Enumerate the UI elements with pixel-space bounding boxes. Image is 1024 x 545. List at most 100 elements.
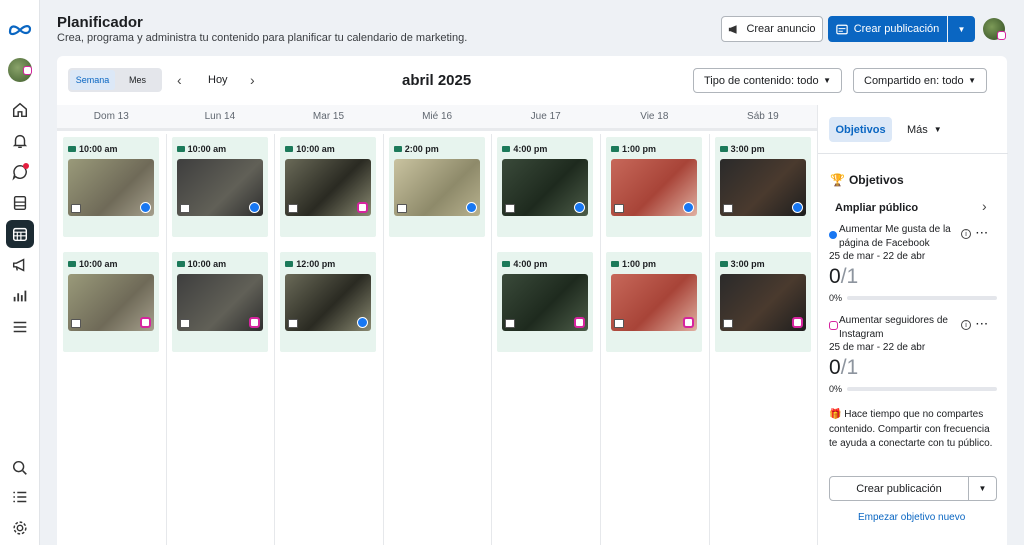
trophy-icon: 🏆 — [830, 173, 845, 187]
content-type-filter[interactable]: Tipo de contenido: todo ▼ — [693, 68, 842, 93]
column-divider — [600, 134, 601, 545]
today-button[interactable]: Hoy — [208, 74, 228, 86]
previous-week-chevron-icon[interactable]: ‹ — [177, 72, 182, 88]
account-avatar[interactable] — [8, 58, 32, 82]
search-icon[interactable] — [10, 458, 30, 478]
week-view-button[interactable]: Semana — [70, 70, 115, 90]
content-icon[interactable] — [10, 193, 30, 213]
instagram-badge-icon — [997, 31, 1006, 40]
image-icon — [179, 204, 190, 213]
column-divider — [165, 134, 167, 545]
scheduled-post-card[interactable]: 4:00 pm — [497, 252, 594, 352]
image-icon — [722, 204, 733, 213]
post-thumbnail — [719, 274, 806, 331]
create-ad-button[interactable]: Crear anuncio — [721, 16, 823, 42]
goal-instagram-more-button[interactable]: ··· — [976, 319, 989, 330]
next-week-chevron-icon[interactable]: › — [250, 72, 255, 88]
scheduled-post-card[interactable]: 1:00 pm — [606, 137, 702, 237]
image-icon — [288, 319, 299, 328]
scheduled-post-card[interactable]: 10:00 am — [280, 137, 377, 237]
post-thumbnail — [285, 159, 372, 216]
info-icon[interactable]: i — [961, 229, 971, 239]
content-type-filter-label: Tipo de contenido: todo — [704, 74, 819, 87]
post-time: 3:00 pm — [719, 259, 765, 269]
goal-facebook-more-button[interactable]: ··· — [976, 228, 989, 239]
goal-instagram-target: /1 — [840, 356, 859, 379]
facebook-icon — [574, 202, 586, 213]
post-time-label: 1:00 pm — [622, 259, 657, 269]
tab-goals[interactable]: Objetivos — [829, 117, 892, 142]
post-thumbnail — [611, 159, 697, 216]
image-icon — [396, 204, 407, 213]
image-icon — [614, 204, 624, 213]
notifications-bell-icon[interactable] — [10, 131, 30, 151]
goal-instagram-progress-bar — [847, 387, 997, 391]
post-thumbnail — [611, 274, 697, 331]
caret-down-icon: ▼ — [823, 76, 831, 85]
scheduled-post-card[interactable]: 3:00 pm — [714, 137, 811, 237]
panel-create-post-dropdown[interactable]: ▼ — [969, 477, 996, 500]
day-header: Lun 14 — [165, 105, 275, 131]
post-type-icon — [611, 261, 619, 267]
image-icon — [288, 204, 299, 213]
post-time-label: 10:00 am — [187, 144, 227, 154]
start-new-goal-link[interactable]: Empezar objetivo nuevo — [858, 512, 965, 523]
left-navigation-rail — [0, 0, 40, 545]
image-icon — [71, 319, 81, 328]
goal-facebook-percent: 0% — [829, 293, 843, 303]
month-view-button[interactable]: Mes — [115, 70, 160, 90]
panel-create-post-button[interactable]: Crear publicación — [830, 477, 969, 500]
info-icon[interactable]: i — [961, 320, 971, 330]
scheduled-post-card[interactable]: 3:00 pm — [714, 252, 811, 352]
tab-more-label: Más — [907, 123, 928, 136]
menu-hamburger-icon[interactable] — [10, 317, 30, 337]
messages-icon[interactable] — [10, 162, 30, 182]
instagram-badge-icon — [23, 66, 32, 75]
planner-calendar-card: Semana Mes ‹ Hoy › abril 2025 Tipo de co… — [57, 56, 1008, 545]
scheduled-post-card[interactable]: 10:00 am — [171, 252, 268, 352]
profile-avatar[interactable] — [983, 18, 1006, 40]
post-time-label: 4:00 pm — [513, 259, 548, 269]
shared-on-filter[interactable]: Compartido en: todo ▼ — [853, 68, 987, 93]
post-thumbnail — [502, 159, 589, 216]
post-time: 2:00 pm — [393, 144, 439, 154]
scheduled-post-card[interactable]: 10:00 am — [63, 137, 159, 237]
post-time-label: 10:00 am — [79, 259, 118, 269]
image-icon — [71, 204, 81, 213]
goal-facebook-progress-bar — [847, 296, 997, 300]
scheduled-post-card[interactable]: 4:00 pm — [497, 137, 594, 237]
settings-gear-icon[interactable] — [10, 518, 30, 538]
insights-bar-chart-icon[interactable] — [10, 286, 30, 306]
post-time: 12:00 pm — [285, 259, 335, 269]
meta-logo-icon[interactable] — [8, 19, 32, 39]
page-title: Planificador — [57, 14, 143, 31]
goal-instagram-date-range: 25 de mar - 22 de abr — [829, 342, 926, 353]
create-post-dropdown[interactable]: ▼ — [948, 16, 975, 42]
instagram-icon — [140, 317, 151, 328]
post-time-label: 10:00 am — [296, 144, 335, 154]
post-type-icon — [285, 261, 294, 267]
goal-instagram-title: Aumentar seguidores de Instagram — [839, 315, 948, 340]
home-icon[interactable] — [10, 100, 30, 120]
ads-megaphone-icon[interactable] — [10, 255, 30, 275]
scheduled-post-card[interactable]: 10:00 am — [171, 137, 268, 237]
expand-section-chevron-icon[interactable]: › — [982, 198, 987, 214]
image-icon — [505, 204, 516, 213]
tab-more[interactable]: Más ▼ — [907, 117, 942, 142]
scheduled-post-card[interactable]: 2:00 pm — [388, 137, 485, 237]
scheduled-post-card[interactable]: 1:00 pm — [606, 252, 702, 352]
post-thumbnail — [68, 159, 154, 216]
image-icon — [179, 319, 190, 328]
day-header: Mié 16 — [382, 105, 492, 131]
planner-calendar-icon[interactable] — [6, 220, 34, 248]
list-icon[interactable] — [10, 487, 30, 507]
panel-divider — [818, 153, 1008, 154]
scheduled-post-card[interactable]: 12:00 pm — [280, 252, 377, 352]
scheduled-post-card[interactable]: 10:00 am — [63, 252, 159, 352]
create-post-button[interactable]: Crear publicación — [828, 16, 947, 42]
day-header: Sáb 19 — [708, 105, 818, 131]
shared-on-filter-label: Compartido en: todo — [864, 74, 964, 87]
post-time: 10:00 am — [176, 144, 227, 154]
post-thumbnail — [285, 274, 372, 331]
post-type-icon — [393, 146, 402, 152]
